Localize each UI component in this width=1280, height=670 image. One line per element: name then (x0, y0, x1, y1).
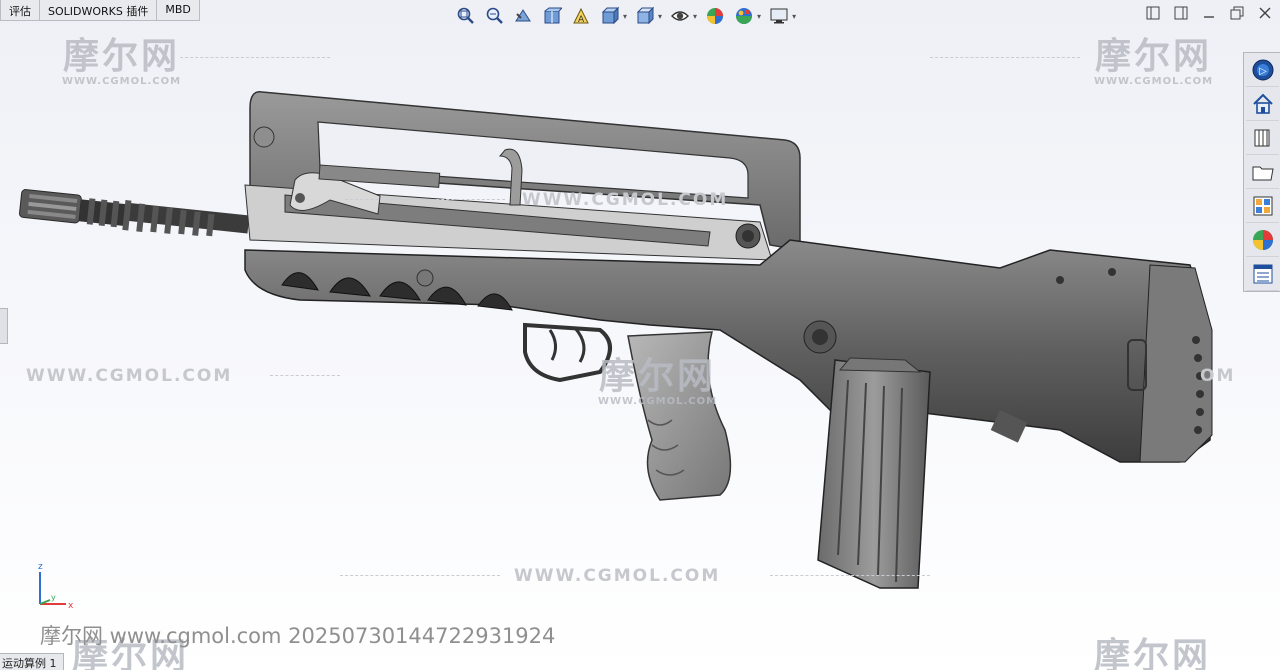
edit-appearance-icon[interactable] (702, 4, 728, 28)
motion-study-tab[interactable]: 运动算例 1 (0, 653, 64, 670)
magazine (817, 359, 931, 589)
custom-properties-icon[interactable] (1246, 258, 1279, 291)
svg-text:A: A (578, 15, 585, 25)
home-icon[interactable] (1246, 88, 1279, 121)
chevron-down-icon[interactable]: ▾ (792, 12, 796, 21)
design-library-icon[interactable] (1246, 122, 1279, 155)
chevron-down-icon[interactable]: ▾ (623, 12, 627, 21)
rifle-body (244, 239, 1211, 463)
tile-right-icon[interactable] (1172, 4, 1190, 22)
solidworks-resources-icon[interactable]: ▷ (1246, 54, 1279, 87)
previous-view-icon[interactable] (510, 4, 536, 28)
watermark-url: OM (1200, 366, 1236, 386)
watermark-logo: 摩尔网 (1094, 636, 1212, 670)
view-palette-icon[interactable] (1246, 190, 1279, 223)
tab-evaluate[interactable]: 评估 (0, 0, 40, 20)
chevron-down-icon[interactable]: ▾ (693, 12, 697, 21)
apply-scene-icon[interactable] (731, 4, 757, 28)
zoom-to-area-icon[interactable] (481, 4, 507, 28)
watermark-stamp: 摩尔网 www.cgmol.com 20250730144722931924 (40, 624, 556, 648)
restore-icon[interactable] (1228, 4, 1246, 22)
barrel (19, 189, 250, 237)
view-settings-icon[interactable] (766, 4, 792, 28)
watermark-logo: 摩尔网 WWW.CGMOL.COM (598, 356, 718, 408)
section-view-icon[interactable] (539, 4, 565, 28)
watermark-url: WWW.CGMOL.COM (522, 190, 729, 210)
command-manager-tabs: 评估 SOLIDWORKS 插件 MBD (0, 0, 200, 21)
watermark-url: WWW.CGMOL.COM (514, 566, 721, 586)
watermark-logo: 摩尔网 WWW.CGMOL.COM (1094, 36, 1214, 88)
file-explorer-icon[interactable] (1246, 156, 1279, 189)
display-style-icon[interactable] (632, 4, 658, 28)
reference-triad: z x y (38, 562, 74, 611)
task-pane: ▷ (1243, 52, 1280, 292)
zoom-to-fit-icon[interactable] (452, 4, 478, 28)
triad-y-label: y (51, 593, 56, 602)
tab-mbd[interactable]: MBD (157, 0, 200, 20)
watermark-url: WWW.CGMOL.COM (26, 366, 233, 386)
triad-x-label: x (68, 601, 74, 611)
tile-left-icon[interactable] (1144, 4, 1162, 22)
watermark-logo: 摩尔网 WWW.CGMOL.COM (62, 36, 182, 88)
feature-tree-collapse-handle[interactable] (0, 308, 8, 344)
tab-solidworks-addins[interactable]: SOLIDWORKS 插件 (40, 0, 158, 20)
window-controls (1144, 4, 1274, 22)
close-icon[interactable] (1256, 4, 1274, 22)
chevron-down-icon[interactable]: ▾ (658, 12, 662, 21)
dynamic-annotation-views-icon[interactable]: A (568, 4, 594, 28)
svg-text:▷: ▷ (1259, 66, 1267, 77)
chevron-down-icon[interactable]: ▾ (757, 12, 761, 21)
appearances-scenes-icon[interactable] (1246, 224, 1279, 257)
heads-up-view-toolbar: A ▾ ▾ ▾ ▾ ▾ (452, 3, 798, 29)
hide-show-items-icon[interactable] (667, 4, 693, 28)
triad-z-label: z (38, 562, 43, 572)
minimize-icon[interactable] (1200, 4, 1218, 22)
view-orientation-icon[interactable] (597, 4, 623, 28)
